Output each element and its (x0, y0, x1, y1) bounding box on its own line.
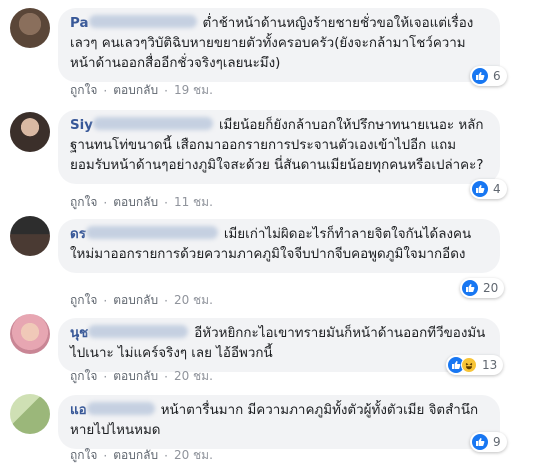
avatar[interactable] (10, 394, 50, 434)
commenter-name[interactable]: ดร (70, 227, 86, 242)
reaction-number: 4 (493, 182, 501, 196)
redacted-name (88, 325, 189, 338)
like-icon (472, 434, 488, 450)
reply-link[interactable]: ตอบกลับ (113, 367, 158, 386)
reaction-number: 13 (482, 358, 498, 372)
redacted-name (92, 117, 213, 130)
reply-link[interactable]: ตอบกลับ (113, 81, 158, 100)
reaction-number: 9 (493, 435, 501, 449)
timestamp[interactable]: 19 ชม. (174, 81, 213, 100)
timestamp[interactable]: 20 ชม. (174, 446, 213, 465)
timestamp[interactable]: 11 ชม. (174, 193, 213, 212)
commenter-name[interactable]: แอ (70, 403, 87, 418)
separator: · (164, 448, 168, 463)
comment-actions: ถูกใจ · ตอบกลับ · 11 ชม. (70, 193, 213, 212)
reaction-number: 20 (483, 281, 499, 295)
reaction-count[interactable]: 13 (446, 355, 504, 375)
reaction-count[interactable]: 6 (470, 66, 507, 86)
separator: · (103, 83, 108, 98)
redacted-name (86, 402, 155, 415)
like-icon (472, 68, 488, 84)
comment-bubble: นุช อีหัวหยิกกะไอเขาทรายมันก็หน้าด้านออกท… (58, 318, 500, 372)
comment-actions: ถูกใจ · ตอบกลับ · 19 ชม. (70, 81, 213, 100)
reply-link[interactable]: ตอบกลับ (113, 446, 158, 465)
redacted-name (88, 15, 197, 28)
like-link[interactable]: ถูกใจ (70, 193, 97, 212)
like-icon (472, 181, 488, 197)
like-link[interactable]: ถูกใจ (70, 291, 97, 310)
avatar[interactable] (10, 8, 50, 48)
reply-link[interactable]: ตอบกลับ (113, 193, 158, 212)
separator: · (164, 293, 168, 308)
like-link[interactable]: ถูกใจ (70, 367, 97, 386)
comment-bubble: แอ หน้าตารื่นมาก มีความภาคภูมิทั้งตัวผู้ท… (58, 395, 500, 449)
like-link[interactable]: ถูกใจ (70, 446, 97, 465)
reply-link[interactable]: ตอบกลับ (113, 291, 158, 310)
commenter-name[interactable]: Siy (70, 118, 93, 133)
comment-bubble: ดร เมียเก่าไม่ผิดอะไรก็ทำลายจิตใจกันได้ลง… (58, 219, 500, 273)
comment-actions: ถูกใจ · ตอบกลับ · 20 ชม. (70, 446, 213, 465)
haha-icon (461, 357, 477, 373)
comment-bubble: Pa ต่ำช้าหน้าด้านหญิงร้ายชายชั่วขอให้เจอแ… (58, 8, 500, 82)
separator: · (103, 448, 108, 463)
commenter-name[interactable]: นุช (70, 326, 88, 341)
comment-bubble: Siy เมียน้อยก็ยังกล้าบอกให้ปรึกษาทนายเนอะ… (58, 110, 500, 184)
reaction-count[interactable]: 9 (470, 432, 507, 452)
redacted-name (85, 226, 218, 239)
separator: · (164, 369, 168, 384)
separator: · (164, 83, 168, 98)
avatar[interactable] (10, 112, 50, 152)
avatar[interactable] (10, 314, 50, 354)
timestamp[interactable]: 20 ชม. (174, 291, 213, 310)
separator: · (103, 195, 108, 210)
comment-actions: ถูกใจ · ตอบกลับ · 20 ชม. (70, 367, 213, 386)
timestamp[interactable]: 20 ชม. (174, 367, 213, 386)
separator: · (103, 369, 108, 384)
avatar[interactable] (10, 216, 50, 256)
separator: · (164, 195, 168, 210)
reaction-count[interactable]: 20 (460, 278, 505, 298)
like-link[interactable]: ถูกใจ (70, 81, 97, 100)
reaction-count[interactable]: 4 (470, 179, 507, 199)
commenter-name[interactable]: Pa (70, 16, 89, 31)
like-icon (462, 280, 478, 296)
comment-actions: ถูกใจ · ตอบกลับ · 20 ชม. (70, 291, 213, 310)
separator: · (103, 293, 108, 308)
reaction-number: 6 (493, 69, 501, 83)
